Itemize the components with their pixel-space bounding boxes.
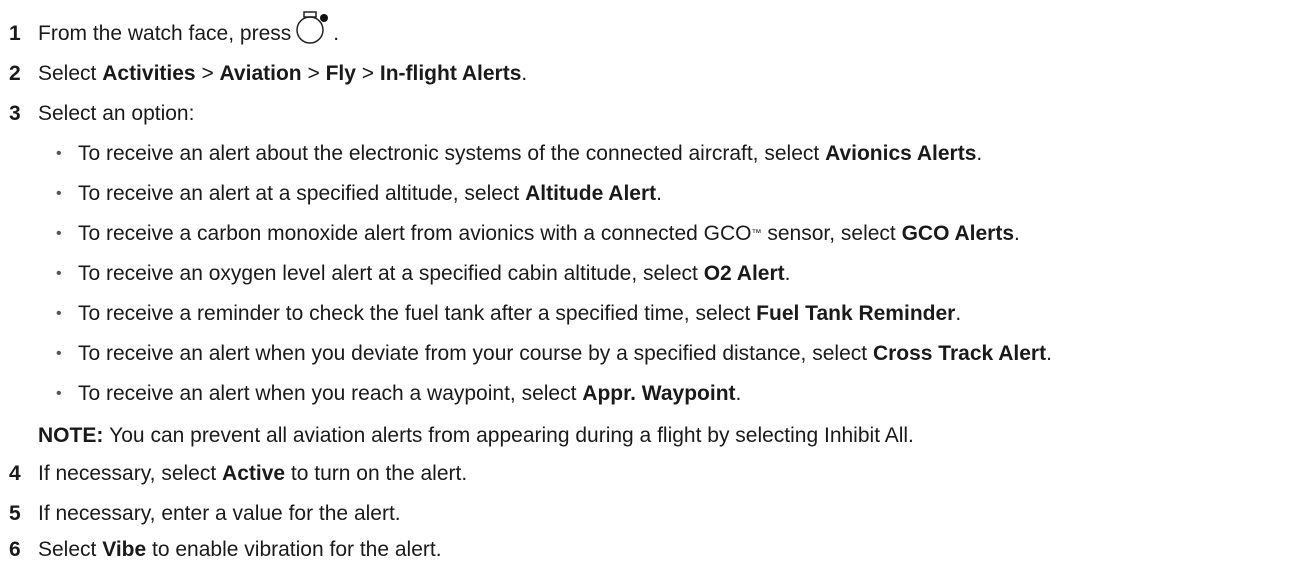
step-6: 6 Select Vibe to enable vibration for th…	[0, 534, 442, 566]
option-name: Appr. Waypoint	[582, 382, 736, 405]
option-name: O2 Alert	[703, 262, 785, 285]
note: NOTE: You can prevent all aviation alert…	[38, 424, 914, 452]
bullet-icon: •	[56, 265, 62, 282]
bullet-icon: •	[56, 185, 62, 202]
option-vibe: Vibe	[102, 538, 147, 561]
note-label: NOTE:	[38, 424, 104, 447]
step-number: 3	[9, 102, 21, 125]
menu-activities: Activities	[102, 62, 196, 85]
option-item: • To receive a reminder to check the fue…	[56, 298, 961, 330]
option-active: Active	[222, 462, 286, 485]
step-number: 4	[9, 462, 21, 485]
punctuation: .	[1014, 222, 1020, 245]
menu-in-flight-alerts: In-flight Alerts	[379, 62, 522, 85]
option-text: To receive an alert when you reach a way…	[78, 382, 577, 405]
bullet-icon: •	[56, 145, 62, 162]
step-4: 4 If necessary, select Active to turn on…	[0, 458, 467, 490]
step-number: 1	[9, 22, 21, 45]
step-3: 3 Select an option:	[0, 98, 194, 130]
option-item: • To receive an oxygen level alert at a …	[56, 258, 790, 290]
bullet-icon: •	[56, 305, 62, 322]
step-text-end: to enable vibration for the alert.	[152, 538, 442, 561]
step-text: Select	[38, 62, 97, 85]
bullet-icon: •	[56, 385, 62, 402]
option-name: Altitude Alert	[525, 182, 657, 205]
bullet-icon: •	[56, 345, 62, 362]
step-text: If necessary, select	[38, 462, 217, 485]
path-separator: >	[201, 62, 214, 85]
watch-button-icon	[295, 11, 333, 51]
option-name: Fuel Tank Reminder	[756, 302, 956, 325]
step-1: 1 From the watch face, press .	[0, 11, 340, 50]
option-item: • To receive an alert when you reach a w…	[56, 378, 741, 410]
step-number: 6	[9, 538, 21, 561]
option-text: To receive a reminder to check the fuel …	[78, 302, 751, 325]
option-text: To receive a carbon monoxide alert from …	[78, 222, 752, 245]
punctuation: .	[656, 182, 662, 205]
step-text: Select	[38, 538, 97, 561]
punctuation: .	[784, 262, 791, 285]
option-text: To receive an alert at a specified altit…	[78, 182, 520, 205]
path-separator: >	[361, 62, 375, 85]
option-name: GCO Alerts	[901, 222, 1015, 245]
step-text: From the watch face, press	[38, 22, 292, 45]
option-item: • To receive an alert when you deviate f…	[56, 338, 1052, 370]
path-separator: >	[307, 62, 320, 85]
menu-aviation: Aviation	[219, 62, 302, 85]
step-text-end: .	[333, 22, 340, 45]
step-text-end: to turn on the alert.	[290, 462, 468, 485]
step-text: If necessary, enter a value for the aler…	[38, 502, 401, 525]
instruction-document: 1 From the watch face, press . 2 Select …	[0, 0, 1309, 570]
step-number: 5	[9, 502, 21, 525]
option-name: Cross Track Alert	[872, 342, 1047, 365]
option-text: To receive an alert when you deviate fro…	[78, 342, 868, 365]
option-name: Avionics Alerts	[825, 142, 977, 165]
punctuation: .	[976, 142, 983, 165]
option-text-mid: sensor, select	[767, 222, 896, 245]
option-item: • To receive a carbon monoxide alert fro…	[56, 222, 1020, 245]
step-5: 5 If necessary, enter a value for the al…	[0, 498, 401, 530]
option-text: To receive an oxygen level alert at a sp…	[78, 262, 698, 285]
punctuation: .	[735, 382, 742, 405]
bullet-icon: •	[56, 225, 62, 242]
punctuation: .	[955, 302, 962, 325]
step-2: 2 Select Activities > Aviation > Fly > I…	[0, 58, 527, 90]
step-number: 2	[9, 62, 21, 85]
punctuation: .	[521, 62, 528, 85]
punctuation: .	[1046, 342, 1052, 365]
menu-fly: Fly	[325, 62, 356, 85]
option-text: To receive an alert about the electronic…	[78, 142, 820, 165]
option-item: • To receive an alert about the electron…	[56, 138, 982, 170]
option-item: • To receive an alert at a specified alt…	[56, 178, 662, 210]
note-text: You can prevent all aviation alerts from…	[109, 424, 914, 447]
step-text: Select an option:	[38, 102, 195, 125]
